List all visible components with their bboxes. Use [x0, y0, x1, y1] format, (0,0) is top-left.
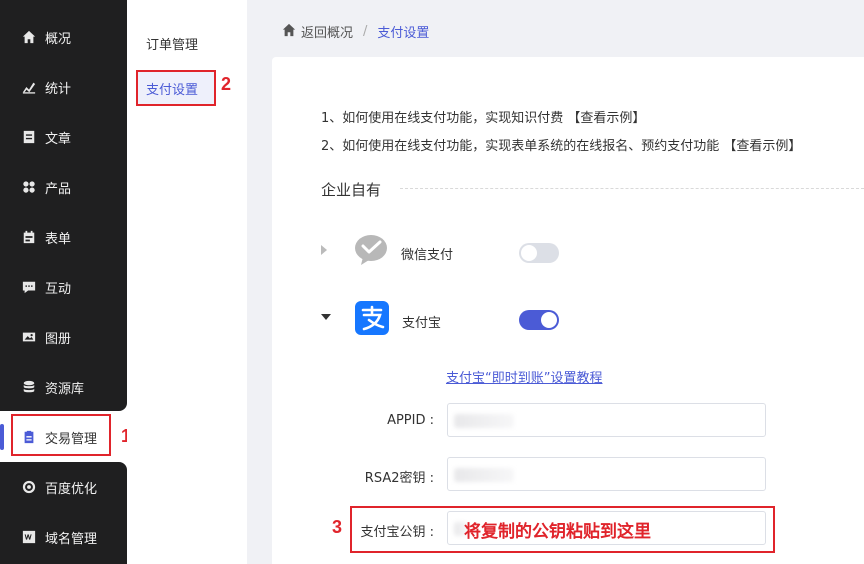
breadcrumb-current: 支付设置	[377, 26, 430, 41]
grid-icon	[22, 180, 36, 194]
home-icon	[22, 30, 36, 44]
wechat-pay-label: 微信支付	[401, 248, 454, 263]
appid-label: APPID :	[387, 413, 434, 428]
appid-input[interactable]	[447, 403, 766, 437]
alipay-guide-link[interactable]: 支付宝“即时到账”设置教程	[446, 367, 602, 386]
sidebar-item-label: 文章	[45, 131, 72, 147]
calendar-icon	[22, 230, 36, 244]
section-divider	[400, 188, 864, 189]
section-title: 企业自有	[321, 181, 382, 199]
sidebar-item-label: 互动	[45, 281, 72, 297]
wechat-pay-toggle[interactable]	[519, 243, 559, 263]
sidebar-item-forms[interactable]: 表单	[0, 212, 127, 262]
sidebar-item-overview[interactable]: 概况	[0, 12, 127, 62]
subnav-item-orders[interactable]: 订单管理	[146, 34, 198, 53]
sidebar-item-label: 域名管理	[45, 531, 98, 547]
database-icon	[22, 380, 36, 394]
redacted-value	[454, 468, 514, 482]
sidebar-item-label: 百度优化	[45, 481, 98, 497]
sidebar-item-resources[interactable]: 资源库	[0, 362, 127, 412]
alipay-icon	[355, 301, 389, 335]
active-indicator	[0, 424, 4, 450]
home-icon	[282, 23, 301, 41]
breadcrumb-separator: /	[363, 24, 368, 39]
sidebar-item-label: 表单	[45, 231, 72, 247]
rsa2-key-input[interactable]	[447, 457, 766, 491]
sidebar-item-interaction[interactable]: 互动	[0, 262, 127, 312]
annotation-number-2: 2	[221, 74, 232, 94]
main-sidebar: 概况 统计 文章 产品 表单 互动 图册 资源库 交易管理 百度优化 域名管理	[0, 0, 127, 564]
sidebar-item-statistics[interactable]: 统计	[0, 62, 127, 112]
breadcrumb-back-link[interactable]: 返回概况	[301, 22, 353, 41]
sidebar-item-label: 统计	[45, 81, 72, 97]
collapse-arrow-icon[interactable]	[321, 314, 331, 320]
chart-icon	[22, 80, 36, 94]
tip-form-payment[interactable]: 2、如何使用在线支付功能，实现表单系统的在线报名、预约支付功能 【查看示例】	[321, 135, 801, 154]
image-icon	[22, 330, 36, 344]
annotation-number-3: 3	[332, 517, 343, 537]
sidebar-item-products[interactable]: 产品	[0, 162, 127, 212]
target-icon	[22, 480, 36, 494]
sidebar-item-articles[interactable]: 文章	[0, 112, 127, 162]
sidebar-item-label: 图册	[45, 331, 72, 347]
sidebar-item-albums[interactable]: 图册	[0, 312, 127, 362]
alipay-toggle[interactable]	[519, 310, 559, 330]
sidebar-item-domains[interactable]: 域名管理	[0, 512, 127, 562]
rsa2-key-label: RSA2密钥 :	[364, 471, 434, 486]
expand-arrow-icon[interactable]	[321, 245, 327, 255]
annotation-hint-text: 将复制的公钥粘贴到这里	[464, 522, 651, 542]
toggle-knob	[521, 245, 537, 261]
sidebar-item-baidu-seo[interactable]: 百度优化	[0, 462, 127, 512]
sidebar-item-label: 产品	[45, 181, 72, 197]
toggle-knob	[541, 312, 557, 328]
chat-icon	[22, 280, 36, 294]
wechat-pay-icon	[355, 235, 387, 265]
sidebar-item-label: 资源库	[45, 381, 85, 397]
annotation-box-2	[136, 70, 216, 106]
document-icon	[22, 130, 36, 144]
domain-icon	[22, 530, 36, 544]
breadcrumb: 返回概况 / 支付设置	[282, 22, 429, 41]
sidebar-item-label: 概况	[45, 31, 72, 47]
tip-knowledge-payment[interactable]: 1、如何使用在线支付功能，实现知识付费 【查看示例】	[321, 107, 645, 126]
redacted-value	[454, 414, 514, 428]
annotation-box-1	[11, 414, 111, 456]
alipay-label: 支付宝	[402, 316, 442, 331]
